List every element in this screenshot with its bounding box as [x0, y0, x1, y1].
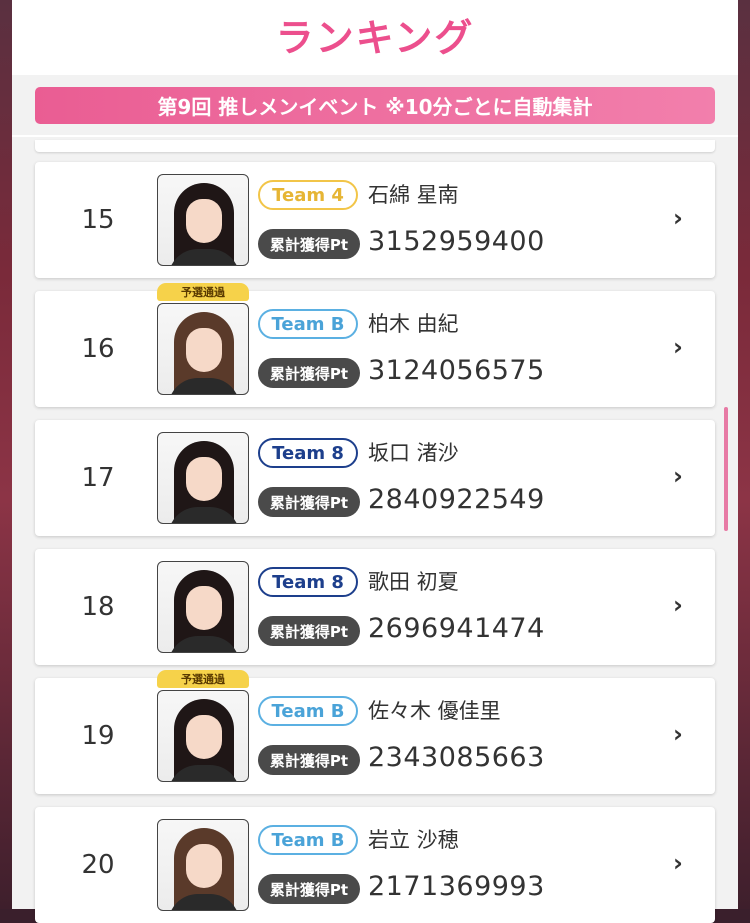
member-name: 歌田 初夏 — [368, 570, 459, 594]
qualified-badge: 予選通過 — [157, 670, 249, 688]
team-badge: Team B — [258, 825, 358, 855]
points-label: 累計獲得Pt — [258, 745, 360, 775]
chevron-right-icon[interactable]: › — [673, 206, 687, 230]
ranking-panel: ランキング 第9回 推しメンイベント ※10分ごとに自動集計 15 Team 4… — [12, 0, 738, 923]
rank-number: 15 — [81, 205, 115, 235]
chevron-right-icon[interactable]: › — [673, 851, 687, 875]
header: ランキング — [12, 0, 738, 75]
rank-number: 16 — [81, 334, 115, 364]
member-name: 柏木 由紀 — [368, 312, 459, 336]
member-photo — [157, 561, 249, 653]
ranking-row[interactable]: 18 Team 8 歌田 初夏 累計獲得Pt 2696941474 › — [35, 549, 715, 665]
points-value: 2840922549 — [368, 484, 545, 515]
member-photo — [157, 690, 249, 782]
team-badge: Team B — [258, 696, 358, 726]
rank-number: 18 — [81, 592, 115, 622]
rank-number: 19 — [81, 721, 115, 751]
points-value: 3124056575 — [368, 355, 545, 386]
member-name: 坂口 渚沙 — [368, 441, 459, 465]
divider — [12, 135, 738, 137]
rank-number: 17 — [81, 463, 115, 493]
member-photo — [157, 819, 249, 911]
member-name: 石綿 星南 — [368, 183, 459, 207]
chevron-right-icon[interactable]: › — [673, 464, 687, 488]
team-badge: Team 8 — [258, 438, 358, 468]
list-item-previous[interactable] — [35, 140, 715, 152]
points-label: 累計獲得Pt — [258, 358, 360, 388]
points-value: 2343085663 — [368, 742, 545, 773]
member-photo — [157, 432, 249, 524]
chevron-right-icon[interactable]: › — [673, 722, 687, 746]
team-badge: Team 8 — [258, 567, 358, 597]
points-label: 累計獲得Pt — [258, 487, 360, 517]
ranking-row[interactable]: 16 予選通過 Team B 柏木 由紀 累計獲得Pt 3124056575 › — [35, 283, 715, 407]
chevron-right-icon[interactable]: › — [673, 335, 687, 359]
member-name: 岩立 沙穂 — [368, 828, 459, 852]
points-label: 累計獲得Pt — [258, 874, 360, 904]
points-label: 累計獲得Pt — [258, 229, 360, 259]
points-value: 3152959400 — [368, 226, 545, 257]
ranking-row[interactable]: 20 Team B 岩立 沙穂 累計獲得Pt 2171369993 › — [35, 807, 715, 923]
member-photo — [157, 174, 249, 266]
event-banner: 第9回 推しメンイベント ※10分ごとに自動集計 — [35, 87, 715, 124]
chevron-right-icon[interactable]: › — [673, 593, 687, 617]
background-right — [736, 0, 750, 909]
ranking-row[interactable]: 15 Team 4 石綿 星南 累計獲得Pt 3152959400 › — [35, 162, 715, 278]
member-photo — [157, 303, 249, 395]
rank-number: 20 — [81, 850, 115, 880]
member-name: 佐々木 優佳里 — [368, 699, 501, 723]
points-value: 2171369993 — [368, 871, 545, 902]
qualified-badge: 予選通過 — [157, 283, 249, 301]
ranking-row[interactable]: 17 Team 8 坂口 渚沙 累計獲得Pt 2840922549 › — [35, 420, 715, 536]
points-value: 2696941474 — [368, 613, 545, 644]
scrollbar[interactable] — [724, 407, 728, 531]
ranking-row[interactable]: 19 予選通過 Team B 佐々木 優佳里 累計獲得Pt 2343085663… — [35, 670, 715, 794]
page-title: ランキング — [275, 16, 475, 60]
team-badge: Team 4 — [258, 180, 358, 210]
points-label: 累計獲得Pt — [258, 616, 360, 646]
team-badge: Team B — [258, 309, 358, 339]
